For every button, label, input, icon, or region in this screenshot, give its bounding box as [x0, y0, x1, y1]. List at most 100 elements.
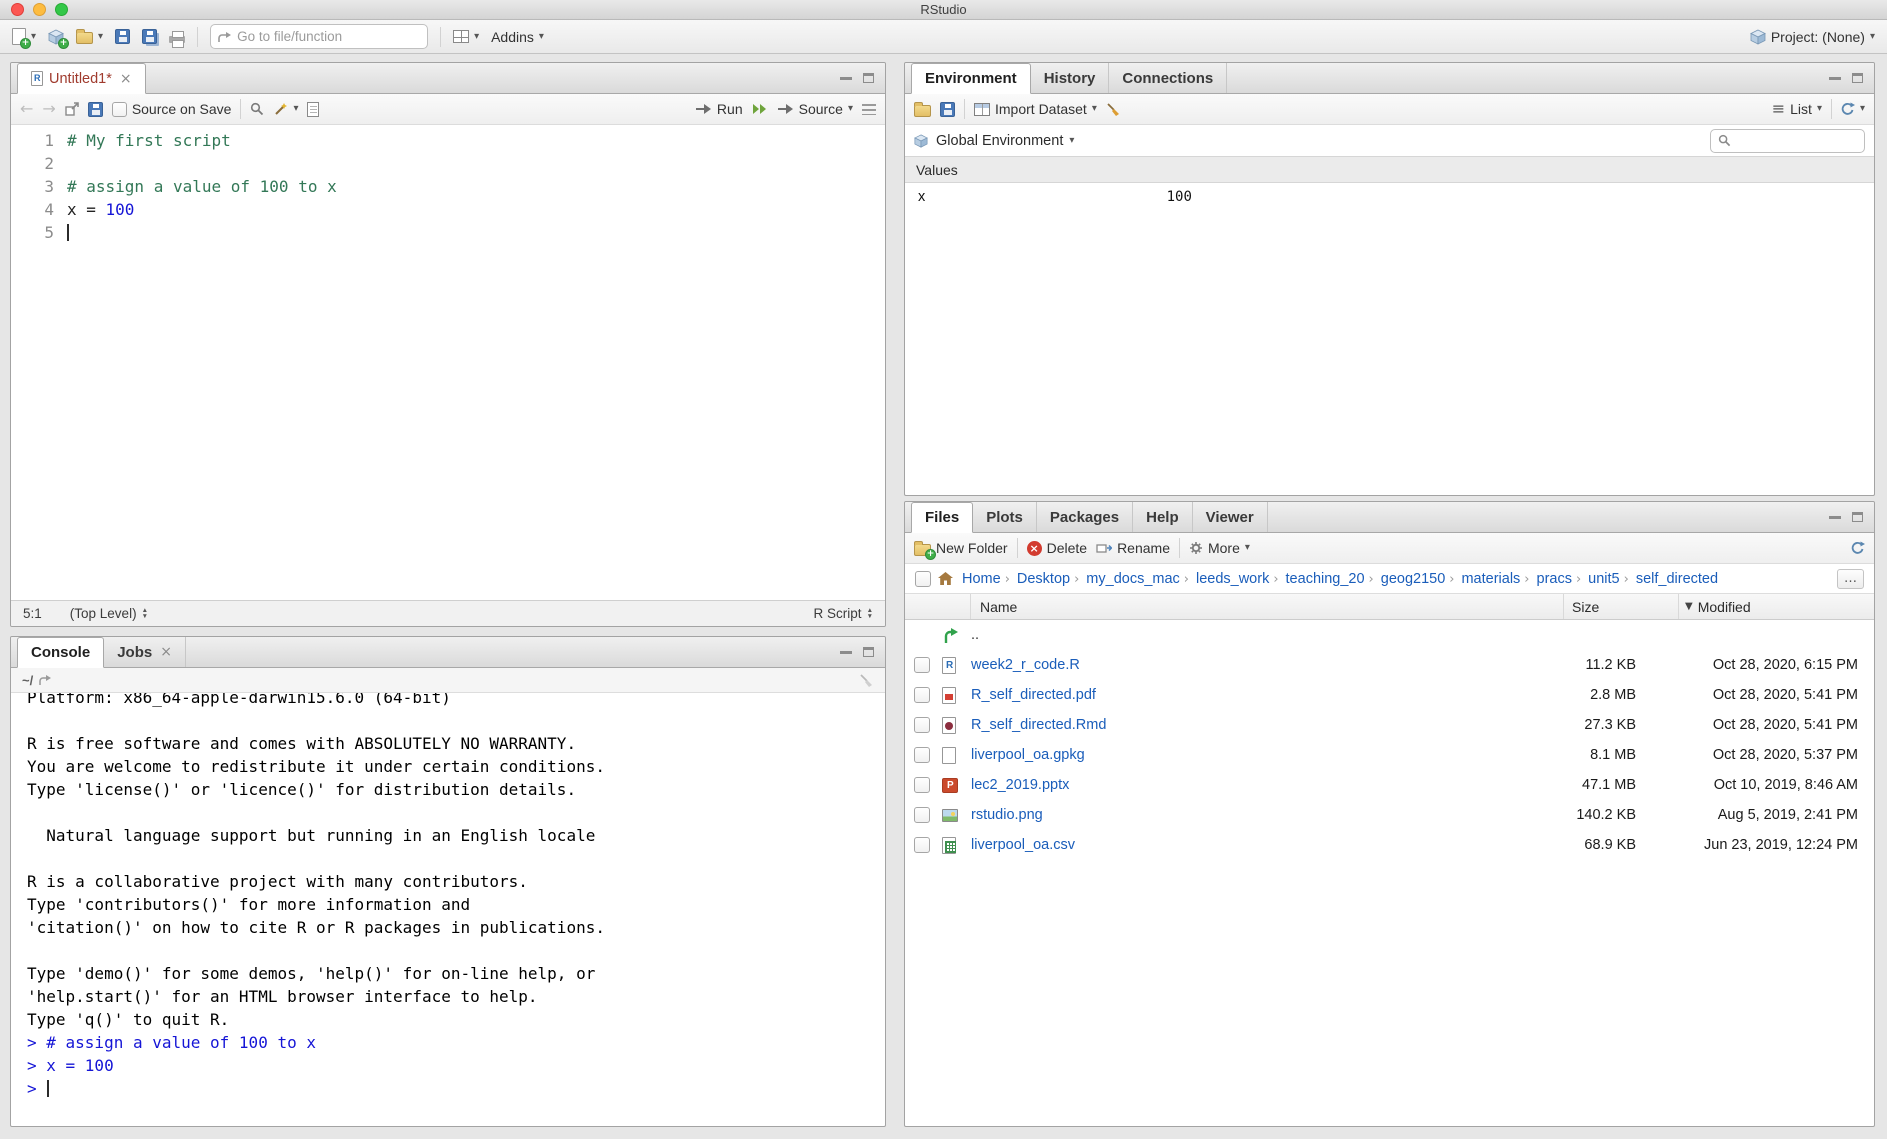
checkbox[interactable] [914, 837, 930, 853]
file-link[interactable]: R_self_directed.Rmd [971, 717, 1563, 733]
checkbox[interactable] [914, 657, 930, 673]
column-size[interactable]: Size [1563, 594, 1678, 619]
goto-input[interactable] [237, 29, 420, 44]
tab-history[interactable]: History [1031, 63, 1110, 93]
clear-console-button[interactable] [859, 673, 874, 688]
minimize-pane-button[interactable] [838, 645, 853, 660]
save-workspace-button[interactable] [940, 102, 955, 117]
parent-directory-row[interactable]: .. [905, 620, 1874, 650]
maximize-pane-button[interactable] [861, 645, 876, 660]
popout-button[interactable] [65, 102, 79, 116]
rename-button[interactable]: Rename [1096, 540, 1170, 556]
minimize-window-button[interactable] [33, 3, 46, 16]
run-button[interactable]: Run [695, 101, 743, 117]
tab-untitled1[interactable]: Untitled1* × [17, 63, 146, 94]
more-button[interactable]: More ▾ [1189, 540, 1250, 556]
list-view-button[interactable]: ≡ List ▾ [1772, 101, 1822, 117]
maximize-pane-button[interactable] [1850, 510, 1865, 525]
console[interactable]: Platform: x86_64-apple-darwin15.6.0 (64-… [11, 693, 885, 1126]
close-icon[interactable]: × [160, 644, 172, 660]
goto-directory-icon[interactable] [39, 675, 51, 686]
zoom-window-button[interactable] [55, 3, 68, 16]
file-link[interactable]: rstudio.png [971, 807, 1563, 823]
file-link[interactable]: R_self_directed.pdf [971, 687, 1563, 703]
environment-search-box[interactable] [1710, 129, 1865, 153]
checkbox[interactable] [914, 717, 930, 733]
open-file-button[interactable]: ▾ [76, 29, 103, 44]
file-row[interactable]: rstudio.png 140.2 KB Aug 5, 2019, 2:41 P… [905, 800, 1874, 830]
new-file-button[interactable]: + ▾ [12, 28, 36, 45]
file-row[interactable]: liverpool_oa.csv 68.9 KB Jun 23, 2019, 1… [905, 830, 1874, 860]
checkbox[interactable] [112, 102, 127, 117]
checkbox[interactable] [914, 807, 930, 823]
breadcrumb-item[interactable]: geog2150 [1369, 571, 1446, 587]
scope-selector[interactable]: (Top Level) [70, 606, 148, 621]
ellipsis-button[interactable]: … [1837, 569, 1864, 589]
save-button[interactable] [115, 29, 130, 44]
environment-variable-row[interactable]: x 100 [905, 183, 1874, 210]
environment-scope-selector[interactable]: Global Environment ▾ [936, 133, 1074, 149]
close-window-button[interactable] [11, 3, 24, 16]
tab-files[interactable]: Files [911, 502, 973, 533]
tab-connections[interactable]: Connections [1109, 63, 1227, 93]
compile-report-button[interactable] [307, 102, 319, 117]
breadcrumb-item[interactable]: pracs [1524, 571, 1572, 587]
tab-packages[interactable]: Packages [1037, 502, 1133, 532]
forward-icon[interactable]: → [42, 101, 55, 117]
tab-viewer[interactable]: Viewer [1193, 502, 1268, 532]
document-outline-button[interactable] [862, 104, 876, 115]
pane-layout-button[interactable]: ▾ [453, 30, 479, 43]
file-row[interactable]: R_self_directed.Rmd 27.3 KB Oct 28, 2020… [905, 710, 1874, 740]
save-all-button[interactable] [142, 29, 157, 44]
minimize-pane-button[interactable] [838, 71, 853, 86]
file-link[interactable]: liverpool_oa.csv [971, 837, 1563, 853]
close-icon[interactable]: × [120, 71, 132, 87]
new-folder-button[interactable]: + New Folder [914, 540, 1008, 556]
breadcrumb-item[interactable]: leeds_work [1184, 571, 1270, 587]
load-workspace-button[interactable] [914, 102, 931, 117]
file-row[interactable]: week2_r_code.R 11.2 KB Oct 28, 2020, 6:1… [905, 650, 1874, 680]
code-editor[interactable]: 1 2 3 4 5 # My first script # assign a v… [11, 125, 885, 600]
filetype-selector[interactable]: R Script [814, 606, 873, 621]
file-link[interactable]: lec2_2019.pptx [971, 777, 1563, 793]
breadcrumb-item[interactable]: teaching_20 [1273, 571, 1364, 587]
file-link[interactable]: liverpool_oa.gpkg [971, 747, 1563, 763]
clear-environment-button[interactable] [1106, 102, 1121, 117]
maximize-pane-button[interactable] [1850, 71, 1865, 86]
tab-jobs[interactable]: Jobs × [104, 637, 186, 667]
file-link[interactable]: .. [971, 627, 1563, 643]
maximize-pane-button[interactable] [861, 71, 876, 86]
refresh-environment-button[interactable]: ▾ [1841, 102, 1865, 116]
back-icon[interactable]: ← [20, 101, 33, 117]
file-row[interactable]: liverpool_oa.gpkg 8.1 MB Oct 28, 2020, 5… [905, 740, 1874, 770]
goto-file-function-box[interactable] [210, 24, 428, 49]
minimize-pane-button[interactable] [1827, 71, 1842, 86]
minimize-pane-button[interactable] [1827, 510, 1842, 525]
code-area[interactable]: # My first script # assign a value of 10… [67, 125, 885, 600]
rerun-button[interactable] [752, 103, 768, 115]
file-row[interactable]: R_self_directed.pdf 2.8 MB Oct 28, 2020,… [905, 680, 1874, 710]
import-dataset-button[interactable]: Import Dataset ▾ [974, 101, 1097, 117]
source-on-save-toggle[interactable]: Source on Save [112, 101, 232, 117]
file-row[interactable]: lec2_2019.pptx 47.1 MB Oct 10, 2019, 8:4… [905, 770, 1874, 800]
breadcrumb-item[interactable]: Home [962, 571, 1001, 587]
checkbox[interactable] [914, 687, 930, 703]
select-all-checkbox[interactable] [915, 571, 931, 587]
delete-button[interactable]: Delete [1027, 540, 1087, 556]
checkbox[interactable] [914, 777, 930, 793]
print-button[interactable] [169, 30, 185, 43]
checkbox[interactable] [914, 747, 930, 763]
tab-plots[interactable]: Plots [973, 502, 1037, 532]
breadcrumb-item[interactable]: my_docs_mac [1074, 571, 1180, 587]
breadcrumb-item[interactable]: unit5 [1576, 571, 1620, 587]
new-project-button[interactable]: + [48, 29, 64, 45]
tab-environment[interactable]: Environment [911, 63, 1031, 94]
environment-search-input[interactable] [1736, 133, 1857, 148]
column-name[interactable]: Name [971, 599, 1563, 615]
console-prompt-line[interactable]: > [27, 1077, 885, 1100]
column-modified[interactable]: ▼ Modified [1678, 594, 1874, 619]
tab-console[interactable]: Console [17, 637, 104, 668]
refresh-files-button[interactable] [1851, 541, 1865, 555]
code-tools-button[interactable]: ▾ [273, 102, 298, 117]
addins-button[interactable]: Addins ▾ [491, 29, 544, 45]
